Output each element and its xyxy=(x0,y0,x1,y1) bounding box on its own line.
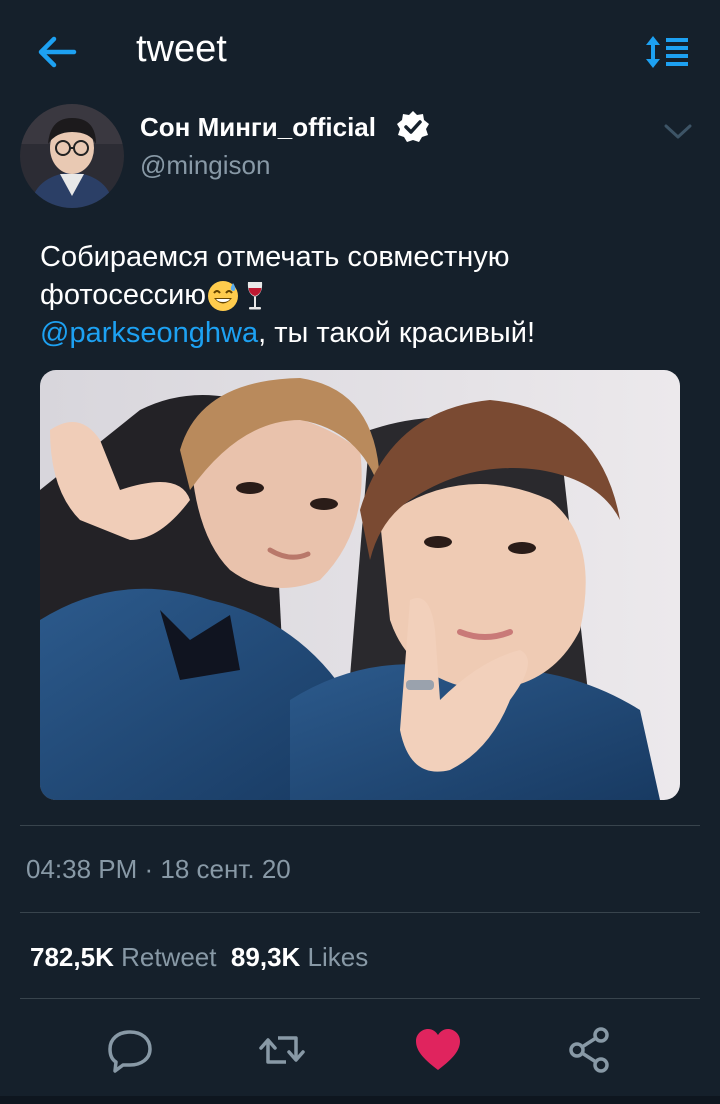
sort-button[interactable] xyxy=(644,32,690,72)
arrow-left-icon xyxy=(38,36,77,68)
more-options-button[interactable] xyxy=(660,116,696,146)
divider xyxy=(20,998,700,999)
tweet-line-1: Собираемся отмечать совместную xyxy=(40,241,510,273)
retweet-button[interactable] xyxy=(256,1024,308,1076)
sort-lines-icon xyxy=(646,36,688,68)
sweat-smile-emoji xyxy=(208,281,239,312)
share-icon xyxy=(569,1027,609,1073)
retweet-icon xyxy=(259,1036,305,1064)
like-button[interactable] xyxy=(412,1024,464,1076)
page-title: tweet xyxy=(136,28,227,70)
tweet-timestamp: 04:38 PM · 18 сент. 20 xyxy=(26,854,291,884)
avatar[interactable] xyxy=(20,104,124,208)
tweet-stats: 782,5K Retweet 89,3K Likes xyxy=(30,942,368,973)
tweet-text: Собираемся отмечать совместную фотосесси… xyxy=(40,238,690,352)
back-button[interactable] xyxy=(34,32,80,72)
mention-link[interactable]: @parkseonghwa xyxy=(40,317,258,349)
reply-icon xyxy=(108,1030,152,1073)
retweets-count[interactable]: 782,5K xyxy=(30,942,114,972)
likes-label[interactable]: Likes xyxy=(308,942,369,972)
reply-button[interactable] xyxy=(104,1024,156,1076)
display-name[interactable]: Сон Минги_official xyxy=(140,112,376,143)
selfie-photo xyxy=(40,370,680,800)
divider xyxy=(20,912,700,913)
top-bar: tweet xyxy=(0,0,720,104)
verified-badge-icon xyxy=(397,111,429,142)
retweets-label[interactable]: Retweet xyxy=(121,942,216,972)
heart-icon xyxy=(416,1029,460,1070)
divider xyxy=(20,825,700,826)
share-button[interactable] xyxy=(564,1024,616,1076)
tweet-line-2: фотосессию xyxy=(40,276,690,314)
wine-glass-emoji xyxy=(247,282,263,310)
chevron-down-icon xyxy=(664,124,692,139)
action-bar xyxy=(0,1020,720,1080)
tweet-line-3: @parkseonghwa, ты такой красивый! xyxy=(40,317,536,349)
avatar-photo xyxy=(20,104,124,208)
likes-count[interactable]: 89,3K xyxy=(231,942,300,972)
tweet-photo[interactable] xyxy=(40,370,680,800)
user-handle[interactable]: @mingison xyxy=(140,150,270,181)
bottom-edge xyxy=(0,1096,720,1104)
